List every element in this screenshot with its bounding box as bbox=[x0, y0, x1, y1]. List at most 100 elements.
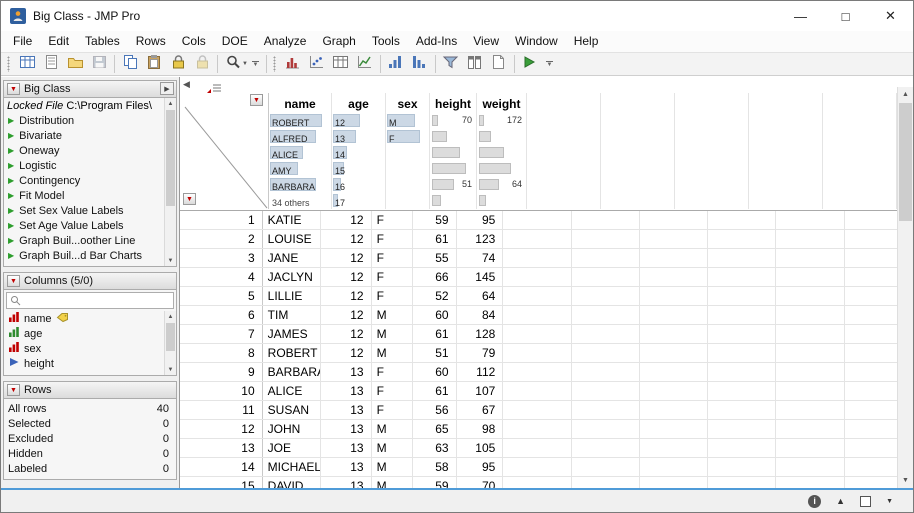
cell-empty[interactable] bbox=[503, 325, 572, 343]
cell-empty[interactable] bbox=[572, 382, 640, 400]
cell-name[interactable]: JACLYN bbox=[263, 268, 322, 286]
cell-empty[interactable] bbox=[776, 439, 845, 457]
cell-empty[interactable] bbox=[640, 439, 709, 457]
weight-summary-cell[interactable]: 172 bbox=[477, 113, 527, 129]
fit-y-by-x-button[interactable] bbox=[305, 54, 329, 75]
cell-sex[interactable]: F bbox=[372, 363, 413, 381]
script-item[interactable]: ▶ Bivariate bbox=[4, 128, 176, 143]
column-header-sex[interactable]: sex bbox=[386, 93, 430, 113]
vertical-scrollbar[interactable]: ▲ ▼ bbox=[897, 87, 913, 488]
collapse-panel-button[interactable]: ▶ bbox=[160, 82, 174, 95]
cell-empty[interactable] bbox=[572, 268, 640, 286]
cell-sex[interactable]: F bbox=[372, 268, 413, 286]
sex-summary-cell[interactable] bbox=[386, 177, 430, 193]
scroll-up-icon[interactable]: ▲ bbox=[898, 87, 913, 102]
grid-corner-cell[interactable] bbox=[180, 93, 269, 113]
cell-empty[interactable] bbox=[640, 211, 709, 229]
weight-summary-cell[interactable] bbox=[477, 129, 527, 145]
cell-empty[interactable] bbox=[503, 268, 572, 286]
column-header-weight[interactable]: weight bbox=[477, 93, 527, 113]
cell-empty[interactable] bbox=[640, 230, 709, 248]
sex-summary-cell[interactable] bbox=[386, 193, 430, 209]
row-stat-hidden[interactable]: Hidden 0 bbox=[4, 446, 176, 461]
data-filter-button[interactable] bbox=[439, 54, 463, 75]
weight-summary-cell[interactable] bbox=[477, 193, 527, 209]
cell-empty[interactable] bbox=[776, 458, 845, 476]
cell-empty[interactable] bbox=[640, 287, 709, 305]
cell-age[interactable]: 12 bbox=[321, 249, 372, 267]
row-stat-selected[interactable]: Selected 0 bbox=[4, 416, 176, 431]
row-number-cell[interactable]: 8 bbox=[180, 344, 263, 362]
cell-name[interactable]: DAVID bbox=[263, 477, 322, 488]
row-number-cell[interactable]: 15 bbox=[180, 477, 263, 488]
script-item[interactable]: ▶ Logistic bbox=[4, 158, 176, 173]
cell-empty[interactable] bbox=[776, 249, 845, 267]
save-button[interactable] bbox=[87, 54, 111, 75]
cell-name[interactable]: SUSAN bbox=[263, 401, 322, 419]
cell-empty[interactable] bbox=[572, 458, 640, 476]
cell-sex[interactable]: M bbox=[372, 458, 413, 476]
status-dropdown-icon[interactable]: ▼ bbox=[886, 498, 893, 505]
height-summary-cell[interactable] bbox=[430, 193, 477, 209]
cell-empty[interactable] bbox=[503, 344, 572, 362]
cell-empty[interactable] bbox=[640, 249, 709, 267]
menu-item-view[interactable]: View bbox=[465, 31, 507, 52]
cell-empty[interactable] bbox=[776, 344, 845, 362]
menu-item-add-ins[interactable]: Add-Ins bbox=[408, 31, 465, 52]
cell-empty[interactable] bbox=[776, 401, 845, 419]
sex-summary-cell[interactable] bbox=[386, 145, 430, 161]
name-summary-cell[interactable]: 34 others bbox=[269, 193, 332, 209]
cell-weight[interactable]: 95 bbox=[457, 458, 504, 476]
cell-height[interactable]: 61 bbox=[413, 325, 457, 343]
cell-weight[interactable]: 70 bbox=[457, 477, 504, 488]
cell-empty[interactable] bbox=[503, 401, 572, 419]
column-switcher-button[interactable] bbox=[463, 54, 487, 75]
column-item-height[interactable]: height bbox=[4, 356, 176, 371]
cell-empty[interactable] bbox=[708, 287, 777, 305]
column-item-sex[interactable]: sex bbox=[4, 341, 176, 356]
cell-empty[interactable] bbox=[708, 268, 777, 286]
run-script-button[interactable] bbox=[518, 54, 542, 75]
row-number-cell[interactable]: 5 bbox=[180, 287, 263, 305]
row-stat-all-rows[interactable]: All rows 40 bbox=[4, 401, 176, 416]
name-summary-cell[interactable]: ALICE bbox=[269, 145, 332, 161]
cell-sex[interactable]: M bbox=[372, 325, 413, 343]
cell-height[interactable]: 60 bbox=[413, 306, 457, 324]
cell-empty[interactable] bbox=[503, 306, 572, 324]
scroll-down-icon[interactable]: ▼ bbox=[165, 255, 176, 266]
cell-empty[interactable] bbox=[776, 211, 845, 229]
cell-age[interactable]: 13 bbox=[321, 382, 372, 400]
cell-empty[interactable] bbox=[572, 287, 640, 305]
collapse-columns-icon[interactable]: ◀ bbox=[183, 79, 190, 90]
status-info-icon[interactable]: i bbox=[808, 494, 822, 508]
column-header-name[interactable]: name bbox=[269, 93, 332, 113]
cell-empty[interactable] bbox=[503, 363, 572, 381]
menu-item-doe[interactable]: DOE bbox=[214, 31, 256, 52]
cell-name[interactable]: JAMES bbox=[263, 325, 322, 343]
cell-weight[interactable]: 79 bbox=[457, 344, 504, 362]
cell-empty[interactable] bbox=[640, 344, 709, 362]
cell-name[interactable]: BARBARA bbox=[263, 363, 322, 381]
menu-item-rows[interactable]: Rows bbox=[128, 31, 174, 52]
script-item[interactable]: ▶ Set Age Value Labels bbox=[4, 218, 176, 233]
sort-descending-button[interactable] bbox=[408, 54, 432, 75]
scrollbar-thumb[interactable] bbox=[899, 103, 912, 221]
cell-weight[interactable]: 74 bbox=[457, 249, 504, 267]
column-header-height[interactable]: height bbox=[430, 93, 477, 113]
height-summary-cell[interactable] bbox=[430, 129, 477, 145]
cell-age[interactable]: 12 bbox=[321, 287, 372, 305]
cell-empty[interactable] bbox=[572, 401, 640, 419]
cell-empty[interactable] bbox=[640, 458, 709, 476]
scroll-up-icon[interactable]: ▲ bbox=[165, 98, 176, 109]
cell-empty[interactable] bbox=[776, 287, 845, 305]
graph-builder-button[interactable] bbox=[353, 54, 377, 75]
scrollbar-thumb[interactable] bbox=[166, 110, 175, 206]
cell-empty[interactable] bbox=[572, 306, 640, 324]
status-window-shape-icon[interactable] bbox=[860, 495, 872, 507]
cell-age[interactable]: 12 bbox=[321, 306, 372, 324]
cell-name[interactable]: JOHN bbox=[263, 420, 322, 438]
weight-summary-cell[interactable]: 64 bbox=[477, 177, 527, 193]
cell-age[interactable]: 13 bbox=[321, 439, 372, 457]
menu-item-tables[interactable]: Tables bbox=[77, 31, 128, 52]
row-number-cell[interactable]: 10 bbox=[180, 382, 263, 400]
